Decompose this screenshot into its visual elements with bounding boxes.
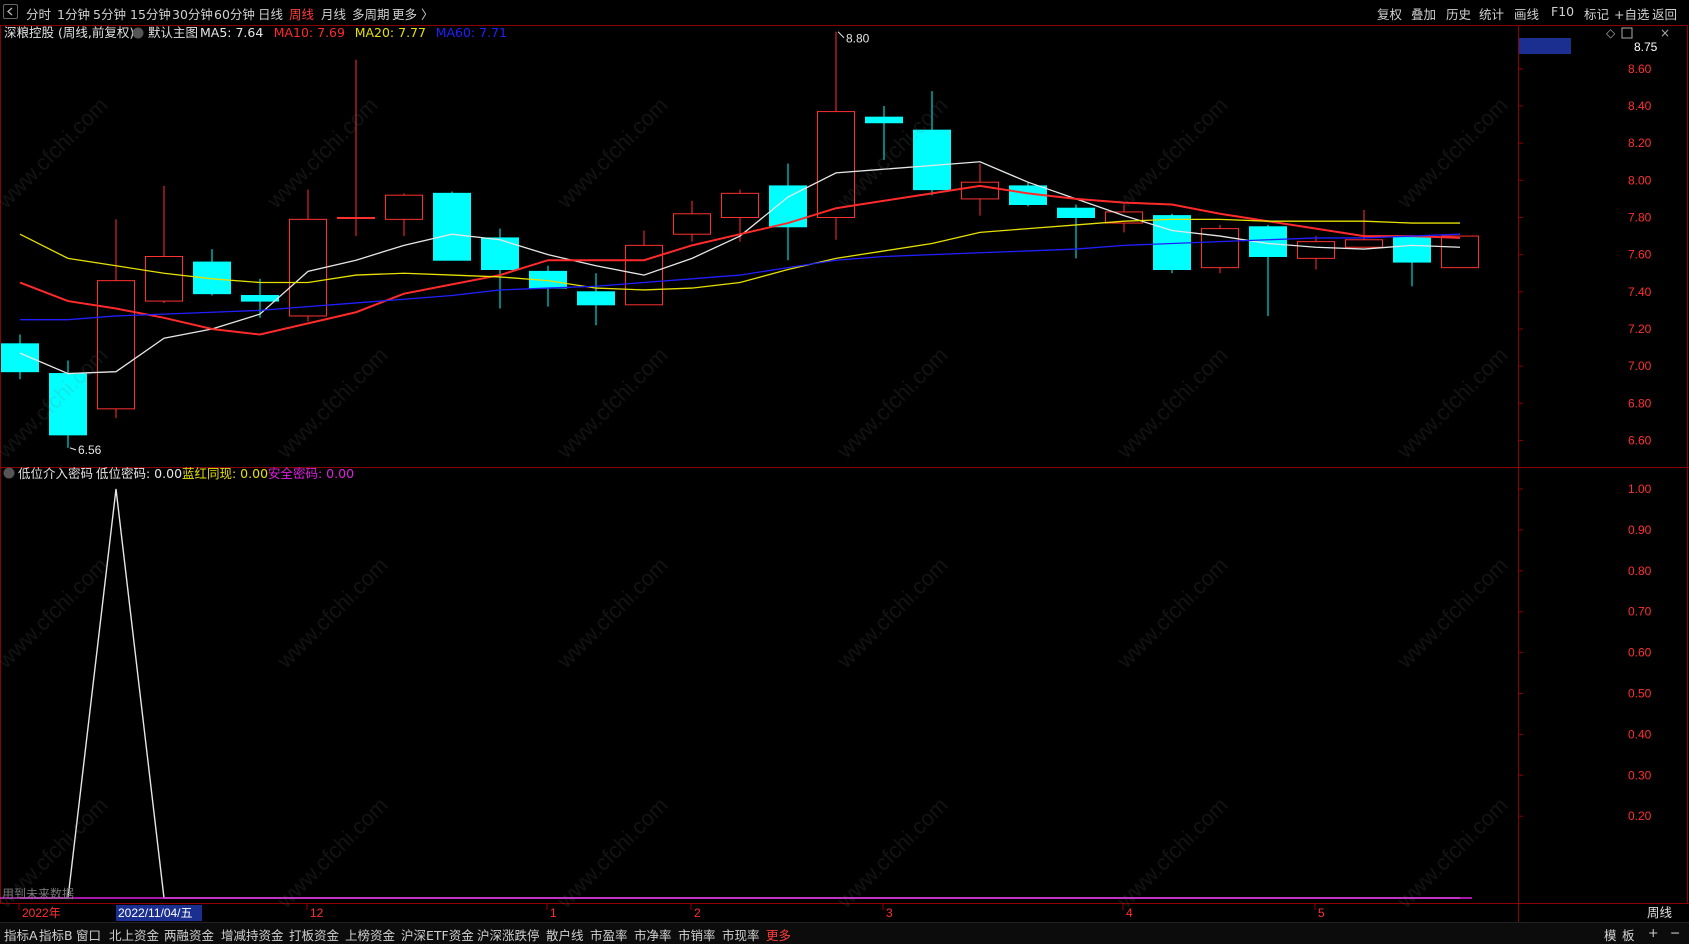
candle-body-up [385,194,423,220]
main-ytick-label: 7.20 [1628,322,1652,336]
bottom-tab-4[interactable]: 两融资金 [164,925,214,944]
bottom-tab-13[interactable]: 市销率 [678,925,716,944]
main-pane-maximize-icon[interactable] [1621,27,1633,39]
x-tick-label: 4 [1126,906,1133,920]
candle-body-down [49,373,87,436]
candle-body-up [97,280,135,410]
chart-canvas: 6.60 6.80 7.00 7.20 7.40 7.60 7.80 8.00 8.20 8.40… [0,25,1689,922]
candle-body-down [241,295,279,302]
sub-legend-2: 安全密码: 0.00 [268,466,354,481]
sub-series-line [20,488,1460,899]
candle-body-down [1393,235,1431,263]
bottom-tab-8[interactable]: 沪深ETF资金 [401,925,474,944]
template-button[interactable]: 模 [1604,925,1617,944]
bottom-tab-0[interactable]: 指标A [4,925,38,944]
extreme-label-low: 6.56 [78,443,102,457]
main-ytick-label: 6.60 [1628,433,1652,447]
bottom-tab-3[interactable]: 北上资金 [109,925,159,944]
sub-ytick-label: 0.90 [1628,523,1652,537]
ma-legend-3: MA60: 7.71 [436,25,507,40]
sub-legend-0: 低位密码: 0.00 [96,466,182,481]
candle-body-up [337,216,375,219]
current-price-tag [1519,38,1571,54]
main-ytick-label: 7.60 [1628,248,1652,262]
main-ytick-label: 8.00 [1628,173,1652,187]
x-tick-label: 1 [550,906,557,920]
bottom-tab-10[interactable]: 散户线 [546,925,584,944]
main-ytick-label: 7.00 [1628,359,1652,373]
main-ytick-label: 7.80 [1628,210,1652,224]
candle-body-down [1057,207,1095,218]
sub-dropdown-icon[interactable] [3,467,15,479]
main-ytick-label: 7.40 [1628,285,1652,299]
extreme-marker [837,31,845,39]
bottom-tab-6[interactable]: 打板资金 [289,925,339,944]
bottom-tab-1[interactable]: 指标B [39,925,73,944]
extreme-label-high: 8.80 [846,32,870,46]
candle-body-up [1297,241,1335,259]
template-dropdown-icon[interactable] [132,27,144,39]
candle-body-up [721,192,759,218]
sub-ytick-label: 0.80 [1628,564,1652,578]
x-tick-label: 5 [1318,906,1325,920]
x-tick-label: 12 [310,906,324,920]
candle-body-up [1345,239,1383,248]
candle-body-up [289,218,327,317]
main-title: 深粮控股 (周线,前复权) [4,25,134,40]
sub-title: 低位介入密码 [18,466,93,481]
candle-body-up [961,181,999,200]
bottom-tab-7[interactable]: 上榜资金 [345,925,395,944]
current-price-value: 8.75 [1634,40,1658,54]
sub-ytick-label: 0.30 [1628,768,1652,782]
bottom-tab-12[interactable]: 市净率 [634,925,672,944]
main-ytick-label: 8.20 [1628,136,1652,150]
candle-body-up [817,111,855,218]
period-axis-label: 周线 [1647,905,1673,920]
candle-body-down [481,237,519,271]
ma-legend-1: MA10: 7.69 [274,25,345,40]
main-ytick-label: 6.80 [1628,396,1652,410]
board-button[interactable]: 板 [1622,925,1635,944]
candle-body-down [433,192,471,261]
sub-legend-1: 蓝红同现: 0.00 [182,466,268,481]
sub-ytick-label: 0.70 [1628,605,1652,619]
ma-line-ma60 [20,233,1461,321]
candle-body-down [769,185,807,228]
candle-body-down [1,343,39,373]
candle-body-up [673,213,711,235]
sub-ytick-label: 1.00 [1628,482,1652,496]
sub-ytick-label: 0.20 [1628,809,1652,823]
main-pane-options-icon[interactable]: ◇ [1606,26,1616,40]
sub-ytick-label: 0.40 [1628,727,1652,741]
candle-body-down [865,116,903,124]
zoom-in-button[interactable]: + [1648,925,1658,940]
extreme-marker [69,447,77,451]
main-ytick-label: 8.60 [1628,62,1652,76]
candle-body-up [1441,235,1479,269]
ma-legend-2: MA20: 7.77 [355,25,426,40]
ma-legend-0: MA5: 7.64 [200,25,263,40]
bottom-tab-11[interactable]: 市盈率 [590,925,628,944]
x-tick-label: 2022年 [22,906,61,920]
bottom-tab-14[interactable]: 市现率 [722,925,760,944]
indicator-tab-bar: 指标A 指标B 窗口 北上资金 两融资金 增减持资金 打板资金 上榜资金 沪深ETF资金 沪深涨跌… [0,922,1689,944]
cursor-date-label: 2022/11/04/五 [118,906,193,920]
candle-body-down [577,291,615,306]
main-pane-close-icon[interactable]: × [1660,26,1670,40]
bottom-tab-5[interactable]: 增减持资金 [221,925,284,944]
bottom-tab-2[interactable]: 窗口 [76,925,101,944]
future-data-note: 用到未来数据 [2,886,74,901]
zoom-out-button[interactable]: − [1670,925,1680,940]
candle-body-down [913,129,951,191]
main-template-label: 默认主图 [148,25,198,40]
x-tick-label: 3 [886,906,893,920]
x-tick-label: 2 [694,906,701,920]
sub-ytick-label: 0.60 [1628,646,1652,660]
sub-ytick-label: 0.50 [1628,687,1652,701]
bottom-tab-15[interactable]: 更多 [766,925,791,944]
bottom-tab-9[interactable]: 沪深涨跌停 [477,925,540,944]
main-ytick-label: 8.40 [1628,99,1652,113]
candle-body-up [145,256,183,302]
